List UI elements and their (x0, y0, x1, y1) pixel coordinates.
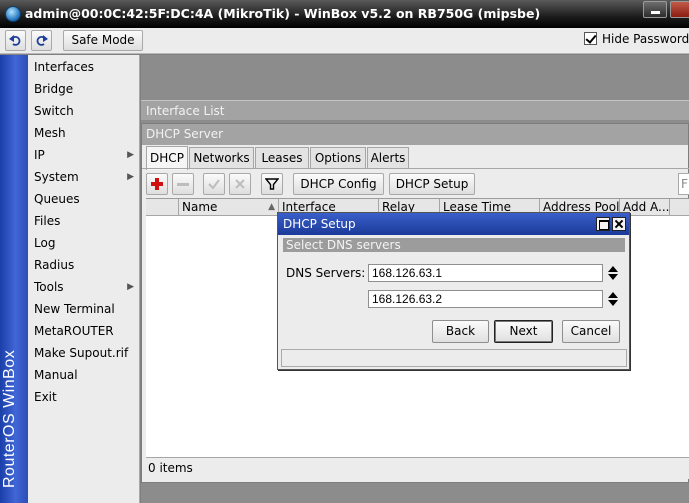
sidebar-item-new-terminal[interactable]: New Terminal (28, 298, 140, 320)
dialog-status-bar (281, 349, 627, 367)
plus-icon (151, 178, 163, 190)
interface-list-window-title[interactable]: Interface List (141, 100, 689, 120)
dhcp-setup-button[interactable]: DHCP Setup (389, 173, 475, 195)
maximize-icon[interactable] (596, 217, 610, 231)
cancel-button[interactable]: Cancel (562, 320, 620, 343)
add-button[interactable] (146, 173, 168, 195)
submenu-arrow-icon: ▶ (127, 150, 134, 160)
tab-dhcp[interactable]: DHCP (146, 146, 188, 170)
tab-alerts[interactable]: Alerts (367, 147, 409, 169)
find-input[interactable]: F (678, 173, 689, 195)
sidebar-item-files[interactable]: Files (28, 210, 140, 232)
sidebar-item-label: System (34, 170, 79, 184)
back-button[interactable]: Back (432, 320, 489, 343)
sidebar-item-label: Exit (34, 390, 57, 404)
sidebar-item-label: MetaROUTER (34, 324, 114, 338)
sidebar-item-queues[interactable]: Queues (28, 188, 140, 210)
cross-icon (235, 179, 245, 189)
hide-passwords-toggle[interactable]: Hide Passwords (584, 32, 689, 46)
dialog-title[interactable]: DHCP Setup (278, 213, 629, 235)
hide-passwords-checkbox[interactable] (584, 32, 597, 45)
dns-server-1-spinner-icon[interactable] (608, 266, 618, 280)
sidebar-item-bridge[interactable]: Bridge (28, 78, 140, 100)
sidebar-item-label: Queues (34, 192, 80, 206)
sidebar-item-label: Manual (34, 368, 78, 382)
hide-passwords-label: Hide Passwords (602, 32, 689, 46)
sidebar-item-system[interactable]: System ▶ (28, 166, 140, 188)
tab-networks[interactable]: Networks (189, 147, 254, 169)
sidebar-item-label: Radius (34, 258, 75, 272)
minimize-button[interactable] (643, 1, 667, 18)
undo-button[interactable] (5, 30, 26, 51)
window-title: admin@00:0C:42:5F:DC:4A (MikroTik) - Win… (25, 6, 541, 21)
close-button[interactable] (670, 1, 689, 18)
submenu-arrow-icon: ▶ (127, 282, 134, 292)
remove-button[interactable] (172, 173, 194, 195)
sidebar-item-make-supout[interactable]: Make Supout.rif (28, 342, 140, 364)
tabs-divider (142, 168, 689, 169)
redo-icon (36, 35, 48, 46)
dhcp-setup-dialog: DHCP Setup Select DNS servers DNS Server… (277, 212, 630, 370)
dialog-step-subtitle: Select DNS servers (283, 238, 625, 252)
filter-icon (265, 178, 279, 190)
sidebar-item-manual[interactable]: Manual (28, 364, 140, 386)
sort-indicator-icon: ▲ (268, 202, 275, 212)
column-header-name[interactable]: Name ▲ (179, 199, 279, 216)
enable-button[interactable] (203, 173, 225, 195)
sidebar-menu: Interfaces Bridge Switch Mesh IP ▶ System… (28, 55, 140, 503)
sidebar-item-label: Interfaces (34, 60, 94, 74)
sidebar-item-label: Log (34, 236, 56, 250)
dhcp-config-button[interactable]: DHCP Config (293, 173, 384, 195)
close-icon[interactable] (612, 217, 626, 231)
tab-leases[interactable]: Leases (255, 147, 309, 169)
sidebar-item-label: IP (34, 148, 45, 162)
minus-icon (177, 183, 189, 186)
undo-icon (9, 35, 21, 46)
item-count-status: 0 items (146, 457, 689, 479)
sidebar-item-log[interactable]: Log (28, 232, 140, 254)
sidebar-item-label: Mesh (34, 126, 66, 140)
check-icon (208, 179, 220, 190)
winbox-app-icon (5, 6, 21, 22)
submenu-arrow-icon: ▶ (127, 172, 134, 182)
sidebar-item-interfaces[interactable]: Interfaces (28, 56, 140, 78)
sidebar-item-tools[interactable]: Tools ▶ (28, 276, 140, 298)
dns-server-1-input[interactable]: 168.126.63.1 (368, 264, 603, 282)
sidebar-item-label: New Terminal (34, 302, 115, 316)
sidebar-item-label: Files (34, 214, 61, 228)
dns-server-2-input[interactable]: 168.126.63.2 (368, 290, 603, 308)
sidebar-item-label: Bridge (34, 82, 74, 96)
filter-button[interactable] (261, 173, 283, 195)
column-header-select[interactable] (146, 199, 179, 216)
sidebar-item-label: Make Supout.rif (34, 346, 129, 360)
sidebar-item-label: Tools (34, 280, 64, 294)
next-button[interactable]: Next (494, 320, 553, 343)
sidebar-item-radius[interactable]: Radius (28, 254, 140, 276)
dns-server-2-spinner-icon[interactable] (608, 292, 618, 306)
dhcp-server-title[interactable]: DHCP Server (142, 124, 688, 145)
sidebar-item-exit[interactable]: Exit (28, 386, 140, 408)
safe-mode-button[interactable]: Safe Mode (63, 30, 143, 51)
sidebar-item-label: Switch (34, 104, 74, 118)
tab-options[interactable]: Options (310, 147, 366, 169)
window-titlebar: admin@00:0C:42:5F:DC:4A (MikroTik) - Win… (0, 0, 689, 28)
disable-button[interactable] (229, 173, 251, 195)
sidebar-item-ip[interactable]: IP ▶ (28, 144, 140, 166)
main-toolbar: Safe Mode Hide Passwords (0, 28, 689, 54)
sidebar-item-switch[interactable]: Switch (28, 100, 140, 122)
brand-logo-text: RouterOS WinBox (1, 349, 18, 488)
dns-servers-label: DNS Servers: (286, 266, 366, 280)
sidebar-item-mesh[interactable]: Mesh (28, 122, 140, 144)
sidebar-item-metarouter[interactable]: MetaROUTER (28, 320, 140, 342)
redo-button[interactable] (31, 30, 52, 51)
